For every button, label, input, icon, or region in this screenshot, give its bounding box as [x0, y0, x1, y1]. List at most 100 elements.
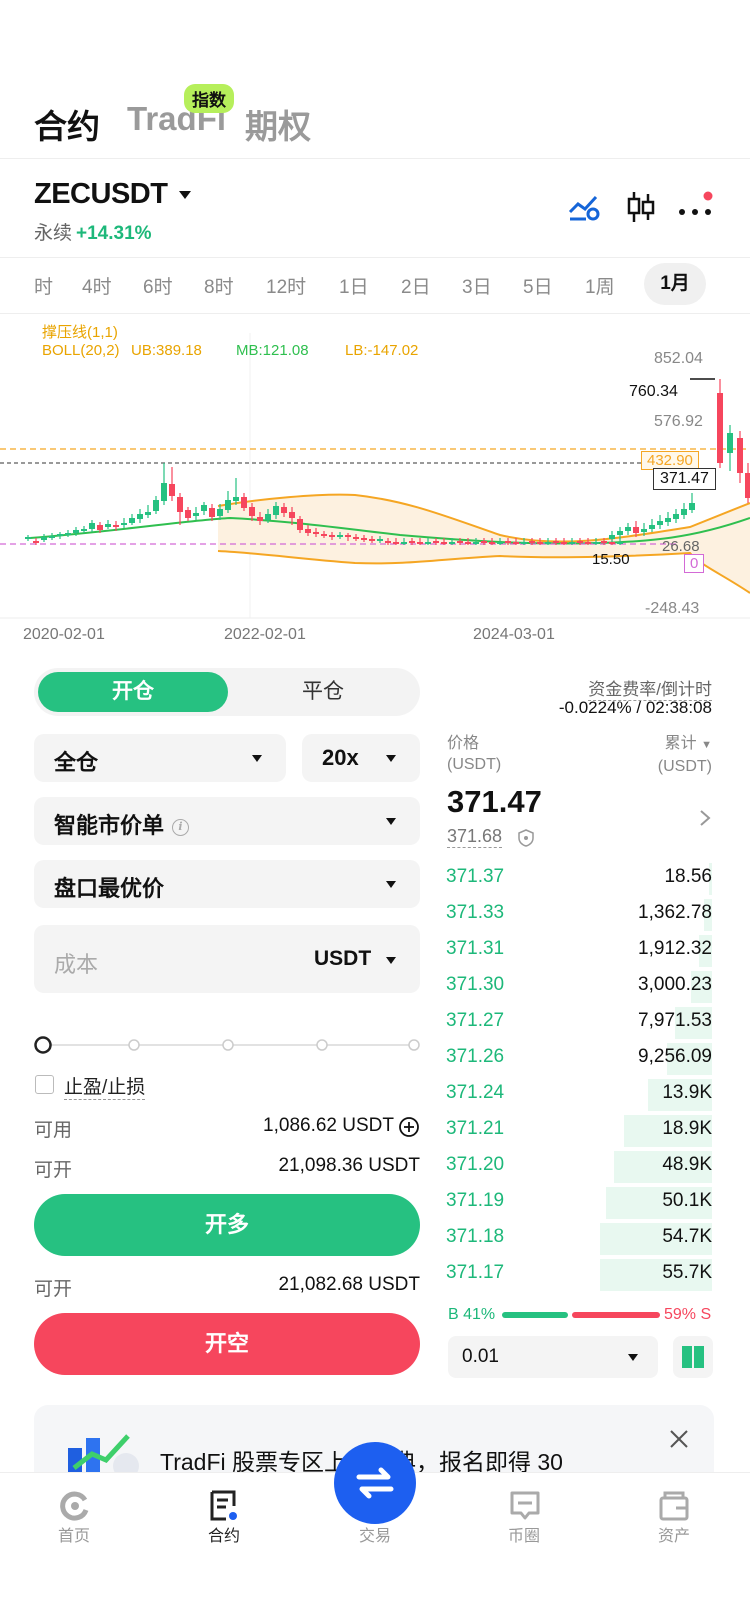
orderbook-row[interactable]: 371.31 1,912.32	[446, 933, 712, 969]
candle-body	[505, 541, 511, 543]
tf-1w[interactable]: 1周	[585, 272, 615, 299]
tf-4h[interactable]: 4时	[82, 272, 112, 299]
info-icon[interactable]: i	[172, 818, 190, 836]
open-short-button[interactable]: 开空	[34, 1313, 420, 1375]
y-tick-mid: 576.92	[654, 413, 703, 430]
trade-fab[interactable]	[334, 1442, 416, 1524]
funding-value: -0.0224% / 02:38:08	[558, 698, 712, 717]
ob-qty-header[interactable]: 累计 ▼ (USDT)	[658, 733, 712, 777]
tf-1d[interactable]: 1日	[339, 272, 369, 299]
tp-sl-checkbox[interactable]	[35, 1075, 54, 1094]
tab-futures[interactable]: 合约	[34, 100, 100, 148]
trend-indicator-icon[interactable]	[568, 192, 602, 222]
tradfi-badge: 指数	[184, 84, 234, 113]
tf-2d[interactable]: 2日	[401, 272, 431, 299]
close-icon[interactable]	[668, 1428, 690, 1450]
chevron-right-icon[interactable]	[698, 808, 712, 828]
layout-icon	[682, 1346, 704, 1368]
orderbook-row[interactable]: 371.24 13.9K	[446, 1077, 712, 1113]
sell-ratio-bar	[572, 1312, 660, 1318]
nav-square[interactable]: 币圈	[474, 1522, 574, 1546]
x-label: 2022-02-01	[224, 626, 306, 643]
candle-body	[89, 523, 95, 529]
candlestick-icon[interactable]	[626, 190, 656, 224]
bid-price: 371.37	[446, 866, 505, 887]
ob-price-header: 价格 (USDT)	[447, 735, 502, 773]
tp-sl-label[interactable]: 止盈/止损	[64, 1072, 146, 1100]
orderbook-row[interactable]: 371.21 18.9K	[446, 1113, 712, 1149]
candle-body	[545, 542, 551, 544]
orderbook-row[interactable]: 371.17 55.7K	[446, 1257, 712, 1293]
orderbook-row[interactable]: 371.33 1,362.78	[446, 897, 712, 933]
candle-body	[489, 542, 495, 544]
precision-select[interactable]: 0.01	[448, 1336, 658, 1378]
tab-options[interactable]: 期权	[245, 100, 311, 148]
tf-1m[interactable]: 1月	[644, 263, 706, 305]
candle-body	[497, 542, 503, 544]
candle-body	[273, 506, 279, 515]
symbol-selector[interactable]: ZECUSDT	[34, 178, 192, 211]
candle-body	[617, 531, 623, 535]
wallet-icon[interactable]	[658, 1490, 690, 1522]
transfer-add-icon[interactable]	[398, 1116, 420, 1138]
orderbook-row[interactable]: 371.20 48.9K	[446, 1149, 712, 1185]
candle-body	[201, 505, 207, 511]
orderbook-row[interactable]: 371.19 50.1K	[446, 1185, 712, 1221]
order-type-select[interactable]: 智能市价单 i	[34, 797, 420, 845]
orderbook-row[interactable]: 371.27 7,971.53	[446, 1005, 712, 1041]
bid-total: 1,362.78	[638, 902, 712, 923]
kline-chart[interactable]	[0, 313, 750, 653]
candle-body	[401, 542, 407, 544]
tf-8h[interactable]: 8时	[204, 272, 234, 299]
candle-body	[121, 523, 127, 525]
tf-12h[interactable]: 12时	[266, 272, 306, 299]
candle-body	[457, 541, 463, 543]
bid-price: 371.26	[446, 1046, 505, 1067]
tf-6h[interactable]: 6时	[143, 272, 173, 299]
home-icon[interactable]	[59, 1490, 91, 1522]
candle-body	[49, 536, 55, 538]
tf-5d[interactable]: 5日	[523, 272, 553, 299]
price-type-label: 盘口最优价	[54, 876, 165, 901]
candle-body	[717, 393, 723, 463]
orderbook-row[interactable]: 371.37 18.56	[446, 861, 712, 897]
orderbook-row[interactable]: 371.18 54.7K	[446, 1221, 712, 1257]
price-change: +14.31%	[76, 223, 152, 244]
more-icon[interactable]	[678, 190, 718, 224]
indicator-name[interactable]: 撑压线(1,1)	[42, 321, 118, 342]
tf-3d[interactable]: 3日	[462, 272, 492, 299]
can-open-label: 可开	[34, 1160, 73, 1181]
amount-unit-select[interactable]: USDT	[314, 947, 371, 971]
orderbook-row[interactable]: 371.30 3,000.23	[446, 969, 712, 1005]
open-long-button[interactable]: 开多	[34, 1194, 420, 1256]
chevron-down-icon	[386, 957, 396, 964]
nav-futures[interactable]: 合约	[174, 1522, 274, 1546]
leverage-select[interactable]: 20x	[302, 734, 420, 782]
candle-body	[257, 517, 263, 521]
margin-mode-select[interactable]: 全仓	[34, 734, 286, 782]
futures-icon[interactable]	[208, 1490, 240, 1522]
candle-body	[105, 524, 111, 527]
orderbook-row[interactable]: 371.26 9,256.09	[446, 1041, 712, 1077]
amount-input[interactable]: 成本 USDT	[34, 925, 420, 993]
amount-slider[interactable]	[34, 1034, 424, 1056]
boll-ub-value: UB:389.18	[131, 342, 202, 359]
nav-assets[interactable]: 资产	[624, 1522, 724, 1546]
square-icon[interactable]	[509, 1490, 541, 1522]
bid-price: 371.33	[446, 902, 505, 923]
divider	[0, 257, 750, 258]
nav-home[interactable]: 首页	[24, 1522, 124, 1546]
candle-body	[281, 507, 287, 513]
price-type-select[interactable]: 盘口最优价	[34, 860, 420, 908]
x-label: 2024-03-01	[473, 626, 555, 643]
tf-1h[interactable]: 时	[34, 272, 53, 299]
tab-open-position[interactable]: 开仓	[38, 672, 228, 712]
tab-close-position[interactable]: 平仓	[230, 672, 416, 712]
candle-body	[601, 541, 607, 543]
layout-toggle[interactable]	[673, 1336, 713, 1378]
candle-body	[33, 541, 39, 543]
mark-price[interactable]: 371.68	[447, 826, 503, 848]
buy-ratio: B 41%	[448, 1306, 496, 1323]
nav-trade[interactable]: 交易	[325, 1522, 425, 1546]
candle-body	[265, 514, 271, 520]
